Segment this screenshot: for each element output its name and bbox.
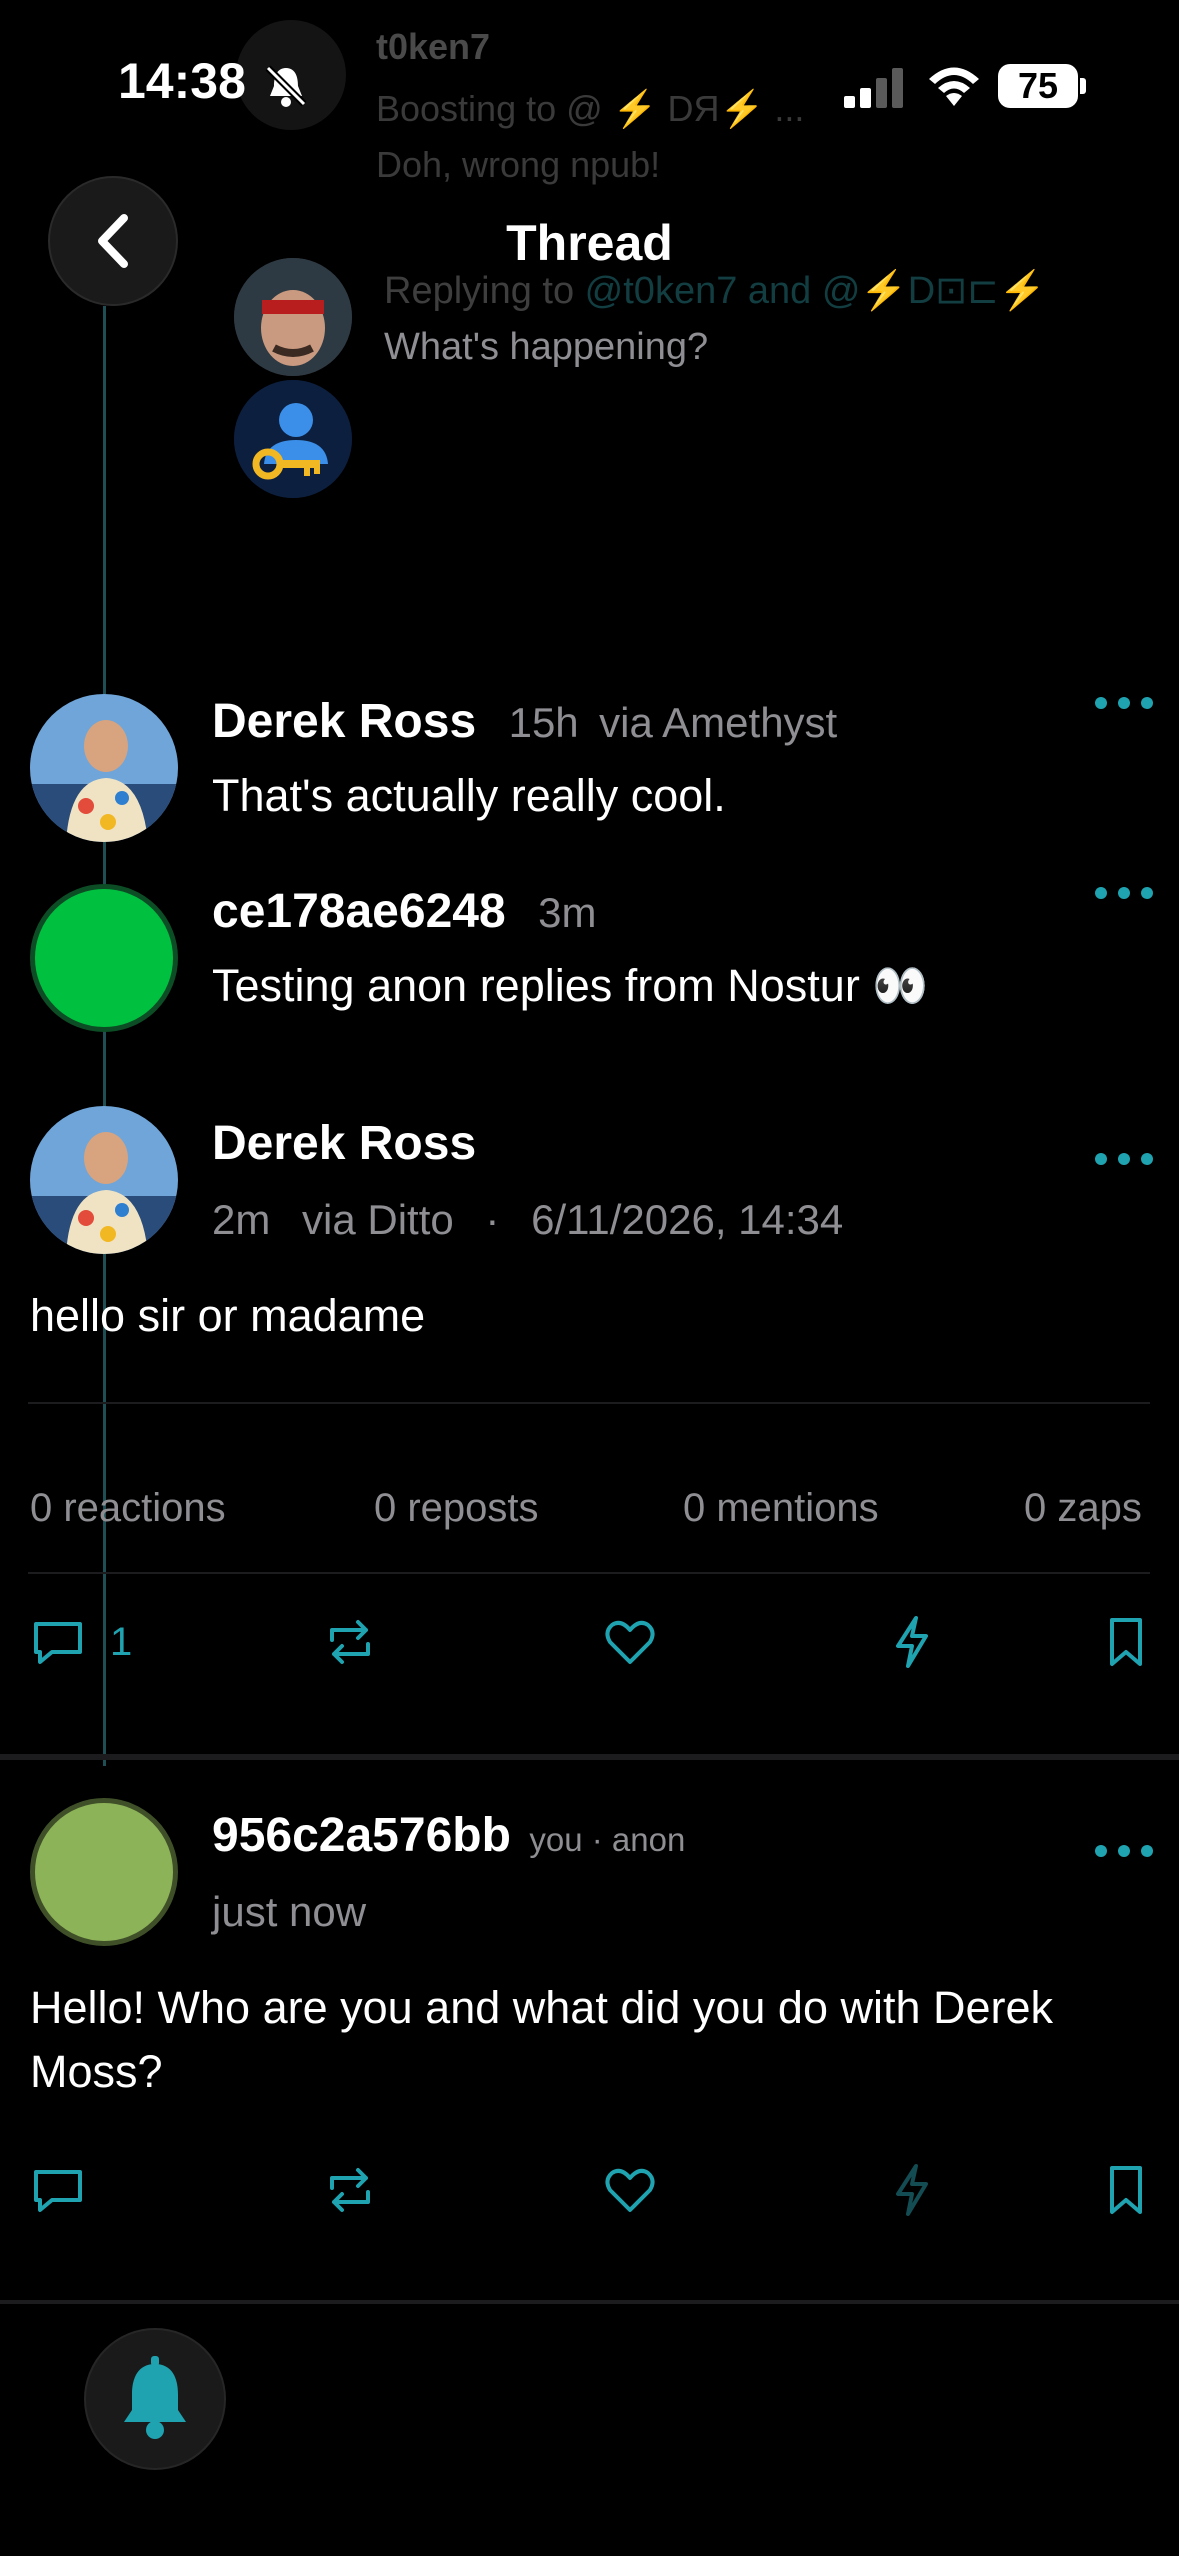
page-title: Thread [506,215,673,271]
zap-button-disabled [884,2162,940,2218]
background-line-1: Boosting to @ ⚡ DЯ⚡ ... [376,88,805,129]
notifications-button[interactable] [84,2328,226,2470]
avatar[interactable] [30,884,178,1032]
bookmark-button[interactable] [1098,1614,1154,1670]
meta-separator: · [485,1196,500,1243]
person-key-icon [234,380,352,498]
zap-button[interactable] [884,1614,940,1670]
post-time: 15h [508,699,579,746]
bookmark-button[interactable] [1098,2162,1154,2218]
reply-count: 1 [110,1619,133,1664]
post-header: Derek Ross 15h via Amethyst [212,694,837,749]
section-separator [0,1754,1179,1760]
post-client: via Amethyst [599,699,838,746]
section-separator [0,2300,1179,2304]
more-options-icon[interactable] [1094,1844,1154,1858]
post-client: via Ditto [302,1196,454,1243]
battery-cap [1080,78,1086,94]
author-tag: you · anon [529,1821,686,1858]
author-name[interactable]: Derek Ross [212,1116,476,1171]
post-time: 3m [538,889,597,936]
avatar[interactable] [30,1106,178,1254]
mentions-count[interactable]: 0 mentions [683,1486,879,1531]
bell-icon [124,2356,186,2439]
heart-icon [605,1620,655,1664]
replying-to-handles[interactable]: @t0ken7 and @⚡D⊡⊏⚡ [585,270,1047,312]
repost-button[interactable] [322,2162,378,2218]
repost-button[interactable] [322,1614,378,1670]
status-time: 14:38 [118,53,246,109]
lightning-icon [896,2164,928,2216]
post-header: 956c2a576bb you · anon [212,1808,685,1863]
cellular-signal-icon [844,68,906,108]
wifi-icon [926,62,982,108]
bookmark-icon [1110,1618,1142,1666]
avatar[interactable] [30,1798,178,1946]
avatar[interactable] [30,694,178,842]
anon-key-avatar[interactable] [234,380,352,498]
author-name[interactable]: 956c2a576bb [212,1809,511,1862]
divider [28,1402,1150,1404]
author-name[interactable]: Derek Ross [212,695,476,748]
post-text: Testing anon replies from Nostur 👀 [212,960,929,1011]
background-line-2: Doh, wrong npub! [376,144,661,185]
repost-icon [330,2168,370,2212]
post-meta: 2m via Ditto · 6/11/2026, 14:34 [212,1196,843,1244]
post-text: That's actually really cool. [212,770,726,821]
reply-icon [34,1622,82,1664]
composer-placeholder[interactable]: What's happening? [384,326,708,369]
reply-icon [34,2170,82,2212]
bell-off-icon [262,62,310,110]
lightning-icon [896,1616,928,1668]
post-date: 6/11/2026, 14:34 [531,1196,844,1243]
post-header: ce178ae6248 3m [212,884,596,939]
post-text: Hello! Who are you and what did you do w… [30,1982,1054,2097]
reactions-count[interactable]: 0 reactions [30,1486,226,1531]
battery-indicator: 75 [998,64,1078,108]
composer-replying: Replying to @t0ken7 and @⚡D⊡⊏⚡ [384,270,1047,312]
post-text: hello sir or madame [30,1290,426,1341]
reply-button[interactable]: 1 [30,1612,132,1672]
reposts-count[interactable]: 0 reposts [374,1486,539,1531]
like-button[interactable] [602,2162,658,2218]
more-options-icon[interactable] [1094,1152,1154,1166]
more-options-icon[interactable] [1094,696,1154,710]
divider [28,1572,1150,1574]
post-time: 2m [212,1196,271,1243]
zaps-count[interactable]: 0 zaps [1024,1486,1142,1531]
post-time: just now [212,1888,367,1935]
reply-button[interactable] [30,2162,86,2218]
author-name[interactable]: ce178ae6248 [212,885,506,938]
repost-icon [330,1620,370,1664]
thread-line [103,306,106,1766]
background-author: t0ken7 [376,26,491,67]
bookmark-icon [1110,2166,1142,2214]
like-button[interactable] [602,1614,658,1670]
more-options-icon[interactable] [1094,886,1154,900]
heart-icon [605,2168,655,2212]
composer-avatar-user [234,258,352,376]
